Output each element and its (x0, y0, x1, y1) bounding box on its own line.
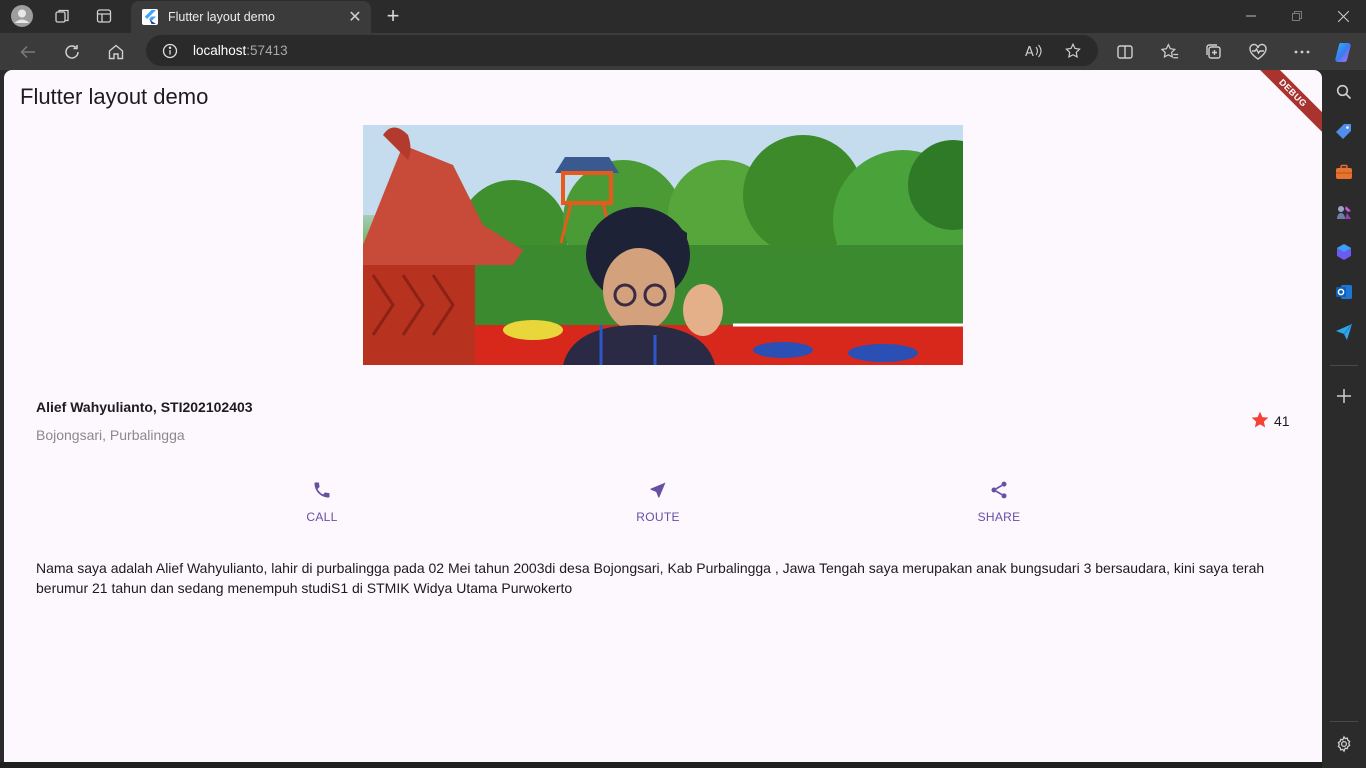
window-bottom-edge (0, 762, 1322, 768)
call-button[interactable]: CALL (282, 478, 362, 524)
browser-tab-active[interactable]: Flutter layout demo ✕ (131, 1, 371, 33)
outlook-icon[interactable] (1334, 282, 1354, 302)
tab-title: Flutter layout demo (168, 10, 275, 24)
share-label: SHARE (977, 510, 1021, 524)
tab-strip: Flutter layout demo ✕ + (0, 0, 1366, 33)
share-icon (987, 478, 1011, 502)
profile-avatar-icon[interactable] (10, 5, 34, 27)
app-bar-title: Flutter layout demo (20, 84, 209, 109)
close-window-icon[interactable] (1320, 0, 1366, 32)
profile-photo-illustration (363, 125, 963, 365)
url-text: localhost:57413 (193, 43, 288, 58)
address-bar[interactable]: localhost:57413 A (146, 35, 1098, 66)
route-button[interactable]: ROUTE (618, 478, 698, 524)
restore-icon[interactable] (1274, 0, 1320, 32)
tools-briefcase-icon[interactable] (1334, 162, 1354, 182)
phone-icon (310, 478, 334, 502)
home-icon[interactable] (102, 38, 130, 66)
star-icon[interactable] (1250, 410, 1270, 430)
collections-icon[interactable] (1200, 38, 1228, 66)
star-count: 41 (1274, 413, 1290, 429)
debug-banner: DEBUG (1249, 70, 1322, 137)
settings-gear-icon[interactable] (1334, 734, 1354, 754)
profile-name: Alief Wahyulianto, STI202102403 (36, 399, 253, 415)
more-options-icon[interactable] (1288, 38, 1316, 66)
refresh-icon[interactable] (58, 38, 86, 66)
copilot-icon[interactable] (1330, 38, 1358, 66)
sidebar-divider-bottom (1330, 721, 1358, 722)
share-button[interactable]: SHARE (959, 478, 1039, 524)
svg-text:A: A (1025, 45, 1034, 59)
browser-toolbar: localhost:57413 A (0, 33, 1366, 70)
read-aloud-icon[interactable]: A (1022, 39, 1046, 63)
close-tab-icon[interactable]: ✕ (343, 5, 367, 29)
near-me-icon (646, 478, 670, 502)
flutter-app-page: Flutter layout demo DEBUG Alief Wahyulia… (4, 70, 1322, 762)
browser-sidebar (1322, 70, 1366, 768)
back-arrow-icon[interactable] (14, 38, 42, 66)
route-label: ROUTE (636, 510, 680, 524)
shopping-tag-icon[interactable] (1334, 122, 1354, 142)
new-tab-button[interactable]: + (380, 3, 406, 28)
split-screen-icon[interactable] (1111, 38, 1139, 66)
search-icon[interactable] (1334, 82, 1354, 102)
minimize-icon[interactable] (1228, 0, 1274, 32)
profile-location: Bojongsari, Purbalingga (36, 427, 185, 443)
site-info-icon[interactable] (159, 40, 181, 62)
copilot-sidebar-icon[interactable] (1334, 242, 1354, 262)
send-icon[interactable] (1334, 322, 1354, 342)
workspaces-icon[interactable] (50, 5, 74, 27)
add-icon[interactable] (1334, 386, 1354, 406)
profile-description: Nama saya adalah Alief Wahyulianto, lahi… (36, 560, 1265, 596)
profile-photo (363, 125, 963, 365)
games-icon[interactable] (1334, 202, 1354, 222)
favorite-star-icon[interactable] (1061, 39, 1085, 63)
flutter-favicon-icon (142, 9, 158, 25)
browser-essentials-icon[interactable] (1244, 38, 1272, 66)
vertical-tabs-icon[interactable] (92, 5, 116, 27)
sidebar-divider (1330, 365, 1358, 366)
favorites-icon[interactable] (1156, 38, 1184, 66)
call-label: CALL (306, 510, 338, 524)
